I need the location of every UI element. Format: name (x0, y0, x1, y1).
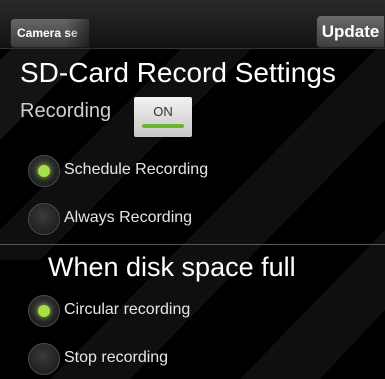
recording-label: Recording (20, 100, 112, 122)
toggle-state-text: ON (153, 104, 173, 119)
radio-button[interactable] (28, 295, 60, 327)
toggle-indicator-bar (142, 124, 184, 128)
top-navigation-bar: Camera se Update (0, 0, 385, 49)
radio-stop-recording[interactable]: Stop recording (28, 343, 358, 377)
radio-button[interactable] (28, 203, 60, 235)
section-divider (0, 244, 385, 245)
radio-circular-recording[interactable]: Circular recording (28, 295, 358, 329)
radio-always-recording[interactable]: Always Recording (28, 203, 358, 237)
radio-schedule-recording[interactable]: Schedule Recording (28, 155, 358, 189)
page-title: SD-Card Record Settings (20, 57, 336, 88)
disk-full-section-title: When disk space full (48, 252, 296, 282)
radio-label: Stop recording (64, 349, 169, 366)
radio-label: Schedule Recording (64, 161, 209, 178)
back-button[interactable]: Camera se (10, 18, 90, 48)
radio-label: Always Recording (64, 209, 193, 226)
radio-button[interactable] (28, 155, 60, 187)
radio-button[interactable] (28, 343, 60, 375)
recording-toggle[interactable]: ON (134, 97, 192, 137)
radio-label: Circular recording (64, 301, 191, 318)
update-button[interactable]: Update (316, 15, 385, 48)
